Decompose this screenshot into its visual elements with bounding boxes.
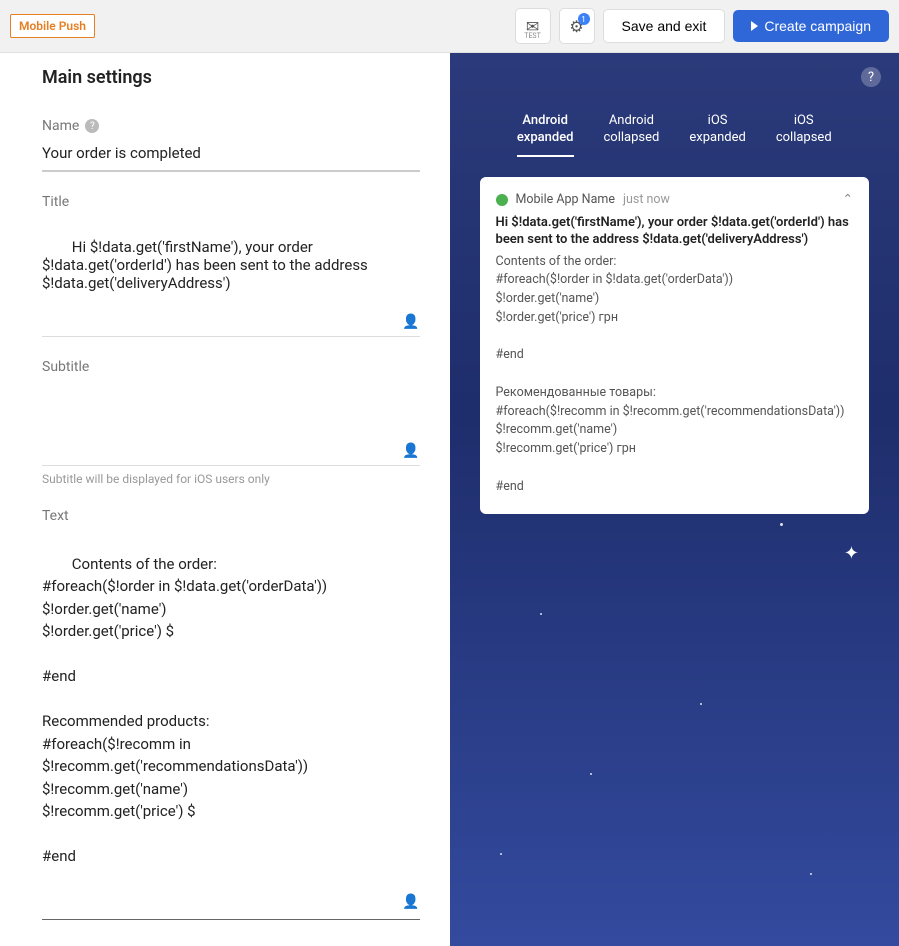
create-campaign-label: Create campaign <box>764 18 871 34</box>
test-label: TEST <box>524 32 541 40</box>
locale-count-badge: 1 <box>578 13 590 25</box>
star-decoration <box>500 853 502 855</box>
app-icon <box>496 194 508 206</box>
preview-panel: ? ✦ Android expanded Android collapsed i… <box>450 53 899 946</box>
star-decoration <box>490 253 492 255</box>
title-field: Title Hi $!data.get('firstName'), your o… <box>42 194 420 337</box>
tab-carousel[interactable]: Carousel of images <box>99 942 220 946</box>
text-field: Text Contents of the order: #foreach($!o… <box>42 508 420 920</box>
star-decoration <box>700 703 702 705</box>
person-icon[interactable]: 👤 <box>402 314 419 330</box>
preview-tab-ios-collapsed[interactable]: iOS collapsed <box>776 113 832 157</box>
title-label: Title <box>42 194 420 210</box>
title-input[interactable]: Hi $!data.get('firstName'), your order $… <box>42 216 420 337</box>
preview-tab-android-expanded[interactable]: Android expanded <box>517 113 574 157</box>
person-icon[interactable]: 👤 <box>402 443 419 459</box>
app-name: Mobile App Name <box>516 191 615 210</box>
name-input[interactable]: Your order is completed <box>42 140 420 172</box>
preview-help-icon[interactable]: ? <box>861 67 881 87</box>
text-label: Text <box>42 508 420 524</box>
preview-tab-android-collapsed[interactable]: Android collapsed <box>604 113 660 157</box>
star-decoration <box>540 613 542 615</box>
preview-tab-ios-expanded[interactable]: iOS expanded <box>689 113 745 157</box>
notification-card: Mobile App Name just now ⌃ Hi $!data.get… <box>480 177 870 515</box>
notification-time: just now <box>623 191 670 210</box>
settings-panel: Main settings Name ? Your order is compl… <box>0 53 450 946</box>
locale-button[interactable]: ⚙ 1 <box>559 8 595 44</box>
notification-header: Mobile App Name just now ⌃ <box>496 191 854 210</box>
name-label: Name ? <box>42 118 420 134</box>
name-field: Name ? Your order is completed <box>42 118 420 172</box>
subtitle-field: Subtitle 👤 Subtitle will be displayed fo… <box>42 359 420 486</box>
image-tabs: Image Carousel of images <box>42 942 420 946</box>
chevron-up-icon[interactable]: ⌃ <box>843 191 853 210</box>
main-split: Main settings Name ? Your order is compl… <box>0 53 899 946</box>
sparkle-icon: ✦ <box>844 543 859 564</box>
subtitle-hint: Subtitle will be displayed for iOS users… <box>42 472 420 486</box>
subtitle-label: Subtitle <box>42 359 420 375</box>
notification-body: Contents of the order: #foreach($!order … <box>496 253 854 497</box>
text-input[interactable]: Contents of the order: #foreach($!order … <box>42 530 420 920</box>
person-icon[interactable]: 👤 <box>402 892 419 913</box>
tab-image[interactable]: Image <box>42 942 81 946</box>
channel-badge: Mobile Push <box>10 14 95 38</box>
help-icon[interactable]: ? <box>85 119 99 133</box>
star-decoration <box>590 773 592 775</box>
save-exit-button[interactable]: Save and exit <box>603 9 726 43</box>
play-icon <box>751 21 758 31</box>
notification-title: Hi $!data.get('firstName'), your order $… <box>496 214 854 249</box>
star-decoration <box>810 873 812 875</box>
test-button[interactable]: ✉ TEST <box>515 8 551 44</box>
subtitle-input[interactable]: 👤 <box>42 381 420 466</box>
star-decoration <box>780 523 783 526</box>
top-header: Mobile Push ✉ TEST ⚙ 1 Save and exit Cre… <box>0 0 899 53</box>
header-actions: ✉ TEST ⚙ 1 Save and exit Create campaign <box>515 8 889 44</box>
preview-tabs: Android expanded Android collapsed iOS e… <box>450 53 899 157</box>
page-title: Main settings <box>42 67 420 88</box>
create-campaign-button[interactable]: Create campaign <box>733 10 889 42</box>
